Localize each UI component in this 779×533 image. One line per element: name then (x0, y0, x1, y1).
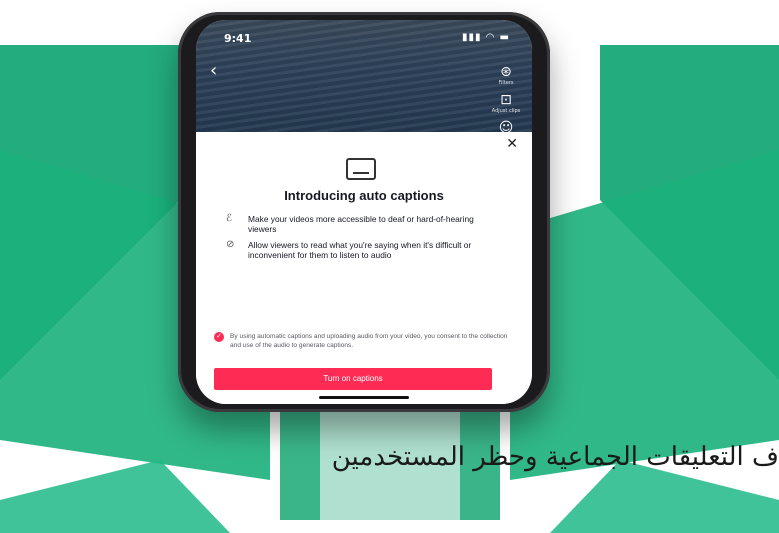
captions-icon: ⊡ (500, 92, 512, 108)
filters-label: Filters (498, 80, 514, 86)
muted-icon: ⊘ (226, 239, 235, 250)
status-time: 9:41 (224, 32, 252, 45)
signal-wifi-battery-icon: ▮▮▮ ◠ ▬ (461, 32, 510, 43)
turn-on-captions-button[interactable]: Turn on captions (214, 368, 492, 390)
close-icon[interactable]: ✕ (506, 136, 518, 152)
ear-icon: ℰ (226, 213, 233, 224)
benefit-text: Allow viewers to read what you're saying… (248, 240, 472, 260)
phone-mockup: 9:41 ▮▮▮ ◠ ▬ ‹ ⊛ Filters ⊡ Adjust clips … (178, 12, 550, 412)
adjust-clips-tool[interactable]: ⊡ Adjust clips (486, 92, 526, 114)
benefit-text: Make your videos more accessible to deaf… (248, 214, 474, 234)
captions-icon (346, 158, 376, 180)
auto-captions-sheet: ✕ Introducing auto captions ℰ Make your … (196, 132, 532, 404)
video-preview: 9:41 ▮▮▮ ◠ ▬ ‹ ⊛ Filters ⊡ Adjust clips … (196, 20, 532, 140)
filters-tool[interactable]: ⊛ Filters (486, 64, 526, 86)
sheet-title: Introducing auto captions (284, 188, 444, 203)
home-indicator (319, 396, 409, 399)
filters-icon: ⊛ (500, 64, 512, 80)
consent-text: By using automatic captions and uploadin… (230, 333, 508, 349)
phone-screen: 9:41 ▮▮▮ ◠ ▬ ‹ ⊛ Filters ⊡ Adjust clips … (196, 20, 532, 404)
adjust-clips-label: Adjust clips (491, 108, 521, 114)
arabic-caption: ف التعليقات الجماعية وحظر المستخدمين (331, 442, 779, 472)
back-chevron-icon[interactable]: ‹ (210, 60, 217, 81)
video-side-tools: ⊛ Filters ⊡ Adjust clips ☺ (486, 64, 526, 142)
watermark-right-mid (510, 150, 779, 480)
watermark-bottom-left (0, 460, 230, 533)
consent-checkbox[interactable]: ✓ (214, 332, 224, 342)
